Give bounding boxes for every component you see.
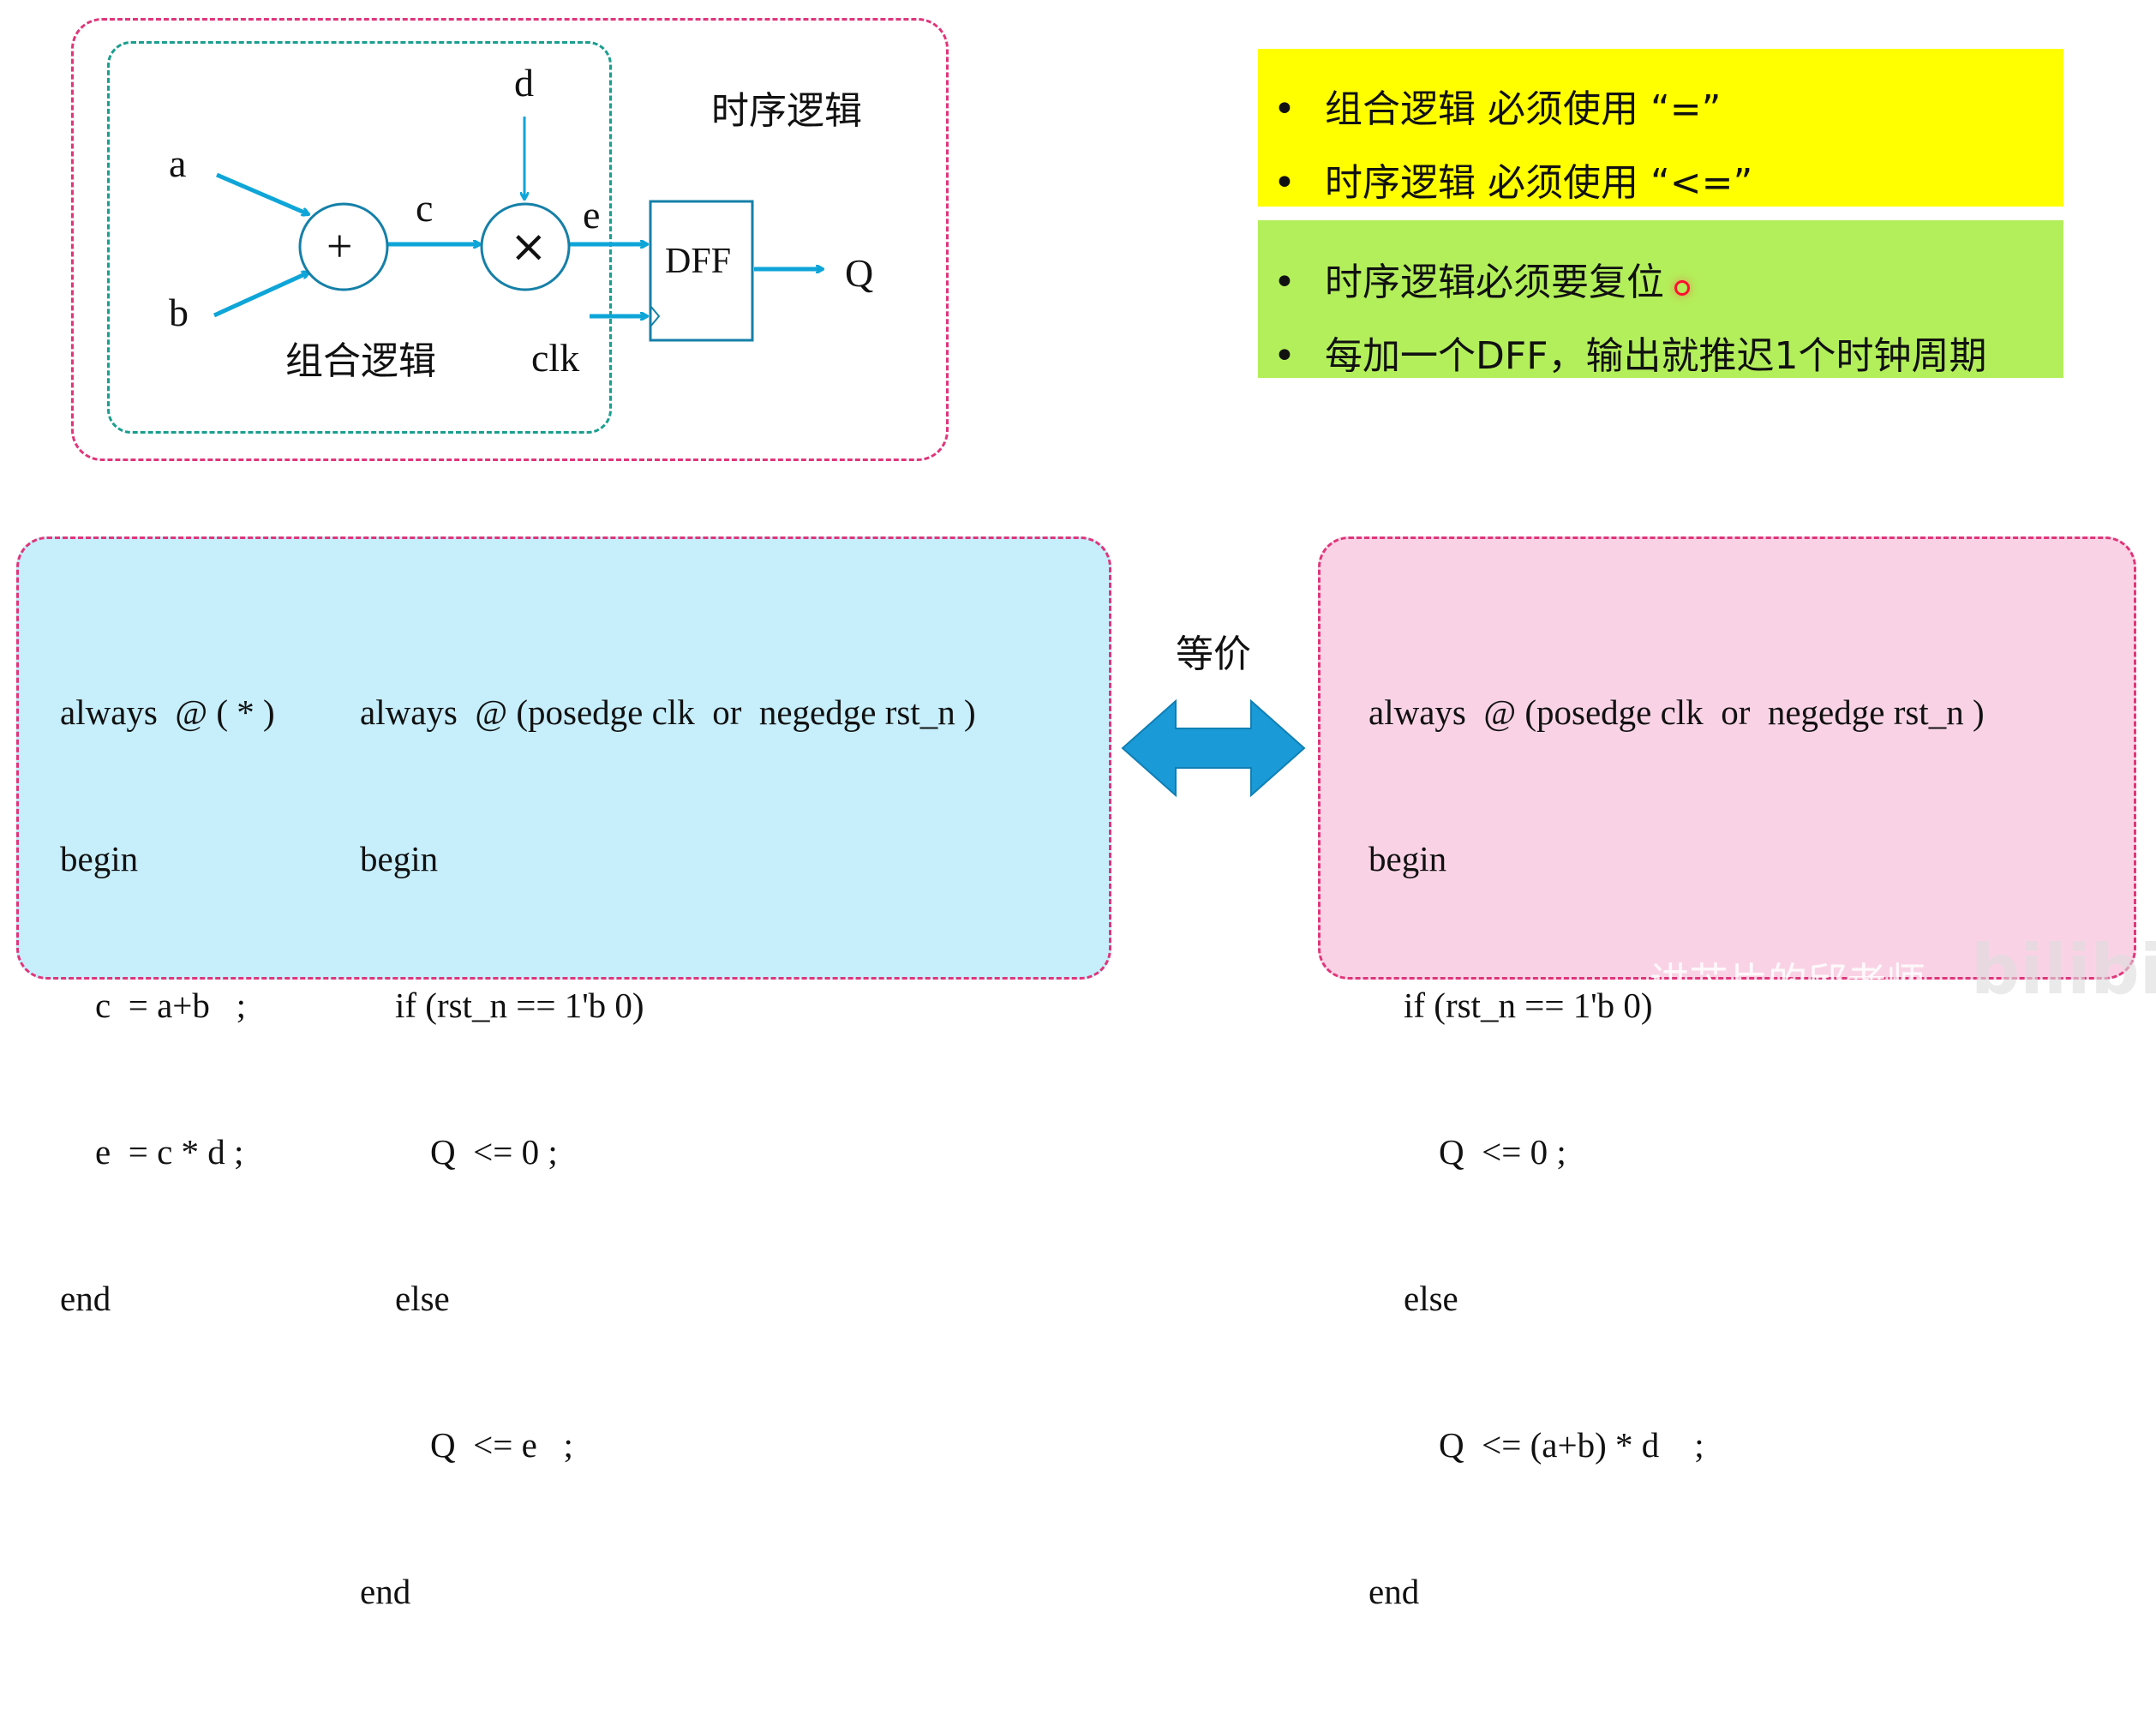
bullet: • [1273,261,1296,304]
rule-text: 时序逻辑 必须使用 “<=” [1325,161,1753,205]
multiplier-symbol: × [510,221,548,273]
code-line: else [1368,1279,1458,1318]
rule-reset: • 时序逻辑必须要复位 [1258,251,1664,306]
code-line: Q <= 0 ; [1368,1132,1566,1172]
assignment-rules-note: • 组合逻辑 必须使用 “=” • 时序逻辑 必须使用 “<=” [1258,49,2063,207]
single-block-code-panel: always @ (posedge clk or negedge rst_n )… [1318,536,2136,1611]
cursor-pointer [1674,280,1690,296]
reset-delay-note: • 时序逻辑必须要复位 • 每加一个DFF，输出就推迟1个时钟周期 [1258,220,2063,378]
sequential-label: 时序逻辑 [711,89,862,133]
code-line: always @ (posedge clk or negedge rst_n ) [1368,692,1985,732]
label-d: d [514,61,534,105]
code-line: Q <= (a+b) * d ; [1368,1425,1704,1465]
label-q: Q [845,251,874,295]
rule-text: 每加一个DFF，输出就推迟1个时钟周期 [1325,334,1987,378]
adder-symbol: + [326,220,353,272]
equivalent-label: 等价 [1176,632,1251,676]
label-a: a [169,141,187,185]
code-line: e = c * d ; [60,1132,244,1172]
code-line: end [360,1572,411,1611]
code-line: else [360,1279,450,1318]
rule-sequential: • 时序逻辑 必须使用 “<=” [1258,152,1752,207]
dff-label: DFF [665,242,732,281]
rule-text: 组合逻辑 必须使用 “=” [1325,87,1722,131]
code-line: end [60,1279,111,1318]
rule-delay: • 每加一个DFF，输出就推迟1个时钟周期 [1258,325,1987,380]
code-line: always @ (posedge clk or negedge rst_n ) [360,692,976,732]
two-block-code-panel: always @ ( * ) begin c = a+b ; e = c * d… [16,536,1111,1611]
code-line: begin [360,839,439,878]
label-clk: clk [531,336,580,380]
bilibili-logo: bilibili [1971,930,2156,1010]
watermark: 讲芯片的邱老师 [1650,959,1925,1005]
code-line: c = a+b ; [60,986,247,1025]
wire-a [216,172,308,214]
code-line: Q <= 0 ; [360,1132,558,1172]
comb-always-block: always @ ( * ) begin c = a+b ; e = c * d… [60,590,275,1421]
bullet: • [1273,334,1296,378]
label-e: e [583,193,601,237]
combinational-label: 组合逻辑 [285,339,436,383]
merged-always-block: always @ (posedge clk or negedge rst_n )… [1368,590,1985,1714]
code-line: begin [1368,839,1447,878]
seq-always-block: always @ (posedge clk or negedge rst_n )… [360,590,976,1714]
label-c: c [416,186,434,230]
bullet: • [1273,161,1296,205]
code-line: end [1368,1572,1420,1611]
label-b: b [169,291,189,334]
code-line: always @ ( * ) [60,692,275,732]
wire-b [213,273,308,318]
bullet: • [1273,87,1296,131]
code-line: Q <= e ; [360,1425,573,1465]
logo-text: bilibili [1971,930,2156,1010]
rule-combinational: • 组合逻辑 必须使用 “=” [1258,78,1721,133]
code-line: if (rst_n == 1'b 0) [360,986,644,1025]
code-line: begin [60,839,139,878]
rule-text: 时序逻辑必须要复位 [1325,261,1664,304]
